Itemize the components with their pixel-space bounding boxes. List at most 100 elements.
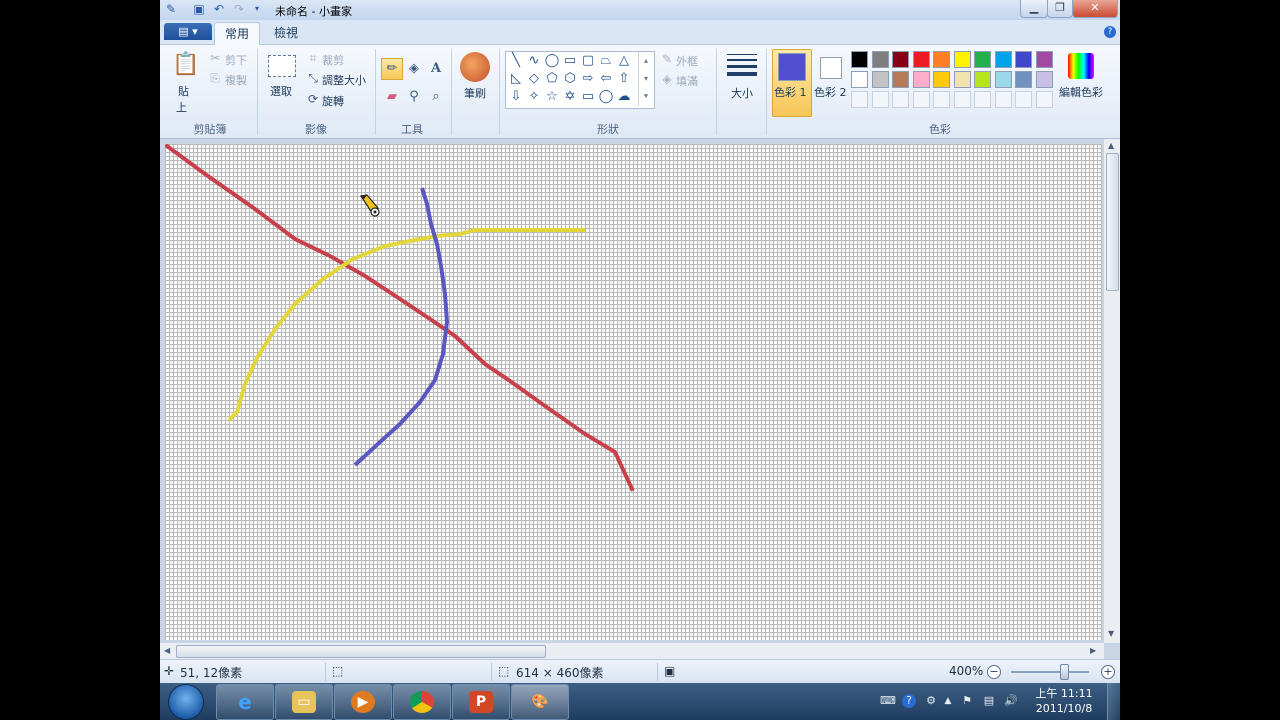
maximize-button[interactable]: ❐ xyxy=(1047,0,1073,18)
action-center-icon[interactable]: ⚑ xyxy=(960,694,974,708)
palette-swatch[interactable] xyxy=(871,71,889,88)
copy-icon[interactable]: ⎘ xyxy=(208,71,222,85)
pentagon-shape-icon[interactable]: ⬠ xyxy=(544,71,560,87)
palette-swatch[interactable] xyxy=(974,51,991,68)
palette-swatch[interactable] xyxy=(892,91,909,108)
fill-icon[interactable]: ◈ xyxy=(660,72,674,86)
palette-swatch[interactable] xyxy=(1015,91,1032,108)
palette-swatch[interactable] xyxy=(912,91,930,108)
palette-swatch[interactable] xyxy=(953,91,971,108)
palette-swatch[interactable] xyxy=(994,91,1012,108)
tab-view[interactable]: 檢視 xyxy=(266,22,306,44)
horizontal-scroll-thumb[interactable] xyxy=(176,645,546,658)
six-point-star-shape-icon[interactable]: ✡ xyxy=(562,89,578,105)
taskbar-explorer-button[interactable]: ▭ xyxy=(275,684,333,720)
four-point-star-shape-icon[interactable]: ✧ xyxy=(526,89,542,105)
color2-label[interactable]: 色彩 2 xyxy=(814,84,847,100)
paste-label-2[interactable]: 上 xyxy=(176,99,187,115)
zoom-out-button[interactable]: − xyxy=(987,665,1001,679)
close-button[interactable]: ✕ xyxy=(1072,0,1118,18)
start-button[interactable] xyxy=(168,684,204,720)
cut-button[interactable]: 剪下 xyxy=(225,52,247,68)
five-point-star-shape-icon[interactable]: ☆ xyxy=(544,89,560,105)
select-button[interactable]: 選取 xyxy=(270,83,292,99)
customize-icon[interactable]: ▾ xyxy=(250,2,264,16)
color2-swatch[interactable] xyxy=(820,57,842,79)
up-arrow-shape-icon[interactable]: ⇧ xyxy=(616,71,632,87)
palette-swatch[interactable] xyxy=(912,71,930,88)
copy-button[interactable]: 複製 xyxy=(225,72,247,88)
palette-swatch[interactable] xyxy=(1035,71,1053,88)
palette-swatch[interactable] xyxy=(851,51,868,68)
paste-label[interactable]: 貼 xyxy=(178,83,189,99)
palette-swatch[interactable] xyxy=(912,51,930,68)
undo-icon[interactable]: ↶ xyxy=(212,2,226,16)
show-desktop-button[interactable] xyxy=(1107,683,1121,720)
shapes-scroll-icon[interactable]: ▴ ▾ ⯆ xyxy=(638,52,653,106)
edit-colors-button[interactable]: 編輯色彩 xyxy=(1059,84,1103,100)
palette-swatch[interactable] xyxy=(933,91,950,108)
palette-swatch[interactable] xyxy=(871,51,889,68)
palette-swatch[interactable] xyxy=(851,71,868,88)
down-arrow-shape-icon[interactable]: ⇩ xyxy=(508,89,524,105)
crop-button[interactable]: 裁剪 xyxy=(322,52,344,68)
callout-rect-shape-icon[interactable]: ▭ xyxy=(580,89,596,105)
help-icon[interactable]: ? xyxy=(1104,26,1116,38)
paint-app-icon[interactable]: ✎ xyxy=(164,2,178,16)
scroll-down-icon[interactable]: ▼ xyxy=(1108,629,1114,638)
palette-swatch[interactable] xyxy=(892,71,909,88)
help-tray-icon[interactable]: ? xyxy=(902,694,916,708)
size-icon[interactable] xyxy=(727,54,757,80)
network-icon[interactable]: ▤ xyxy=(982,694,996,708)
polygon-shape-icon[interactable]: ⏢ xyxy=(598,53,614,69)
callout-oval-shape-icon[interactable]: ◯ xyxy=(598,89,614,105)
keyboard-icon[interactable]: ⌨ xyxy=(880,694,896,708)
taskbar-paint-button[interactable]: 🎨 xyxy=(511,684,569,720)
palette-swatch[interactable] xyxy=(994,51,1012,68)
palette-swatch[interactable] xyxy=(933,71,950,88)
outline-button[interactable]: 外框 xyxy=(676,53,698,69)
hexagon-shape-icon[interactable]: ⬡ xyxy=(562,71,578,87)
palette-swatch[interactable] xyxy=(871,91,889,108)
palette-swatch[interactable] xyxy=(1035,91,1053,108)
taskbar-chrome-button[interactable] xyxy=(393,684,451,720)
left-arrow-shape-icon[interactable]: ⇦ xyxy=(598,71,614,87)
pencil-tool-icon[interactable]: ✏ xyxy=(381,58,403,80)
palette-swatch[interactable] xyxy=(1015,51,1032,68)
right-triangle-shape-icon[interactable]: ◺ xyxy=(508,71,524,87)
redo-icon[interactable]: ↷ xyxy=(232,2,246,16)
scroll-left-icon[interactable]: ◀ xyxy=(164,646,170,655)
minimize-button[interactable]: ▁ xyxy=(1020,0,1048,18)
vertical-scrollbar[interactable]: ▲ ▼ xyxy=(1104,139,1120,643)
diamond-shape-icon[interactable]: ◇ xyxy=(526,71,542,87)
palette-swatch[interactable] xyxy=(851,91,868,108)
save-icon[interactable]: ▣ xyxy=(192,2,206,16)
brushes-button[interactable]: 筆刷 xyxy=(464,85,486,101)
text-tool-icon[interactable]: A xyxy=(425,58,447,80)
outline-icon[interactable]: ✎ xyxy=(660,52,674,66)
brush-icon[interactable] xyxy=(460,52,490,82)
cut-icon[interactable]: ✂ xyxy=(208,51,222,65)
paste-icon[interactable]: 📋 xyxy=(172,51,200,79)
zoom-slider[interactable] xyxy=(1011,671,1089,673)
show-hidden-icons[interactable]: ▲ xyxy=(941,694,955,708)
drawing-canvas[interactable] xyxy=(165,144,1102,640)
tab-home[interactable]: 常用 xyxy=(214,22,260,45)
fill-tool-icon[interactable]: ◈ xyxy=(403,58,425,80)
vertical-scroll-thumb[interactable] xyxy=(1106,153,1119,291)
magnifier-icon[interactable]: ⌕ xyxy=(425,86,447,108)
line-shape-icon[interactable]: ╲ xyxy=(508,53,524,69)
palette-swatch[interactable] xyxy=(953,71,971,88)
color-picker-icon[interactable]: ⚲ xyxy=(403,86,425,108)
clock[interactable]: 上午 11:11 2011/10/8 xyxy=(1033,686,1095,716)
palette-swatch[interactable] xyxy=(953,51,971,68)
scroll-right-icon[interactable]: ▶ xyxy=(1090,646,1096,655)
rounded-rectangle-shape-icon[interactable]: ▢ xyxy=(580,53,596,69)
palette-swatch[interactable] xyxy=(892,51,909,68)
palette-swatch[interactable] xyxy=(994,71,1012,88)
rectangle-shape-icon[interactable]: ▭ xyxy=(562,53,578,69)
select-icon[interactable] xyxy=(268,55,296,77)
palette-swatch[interactable] xyxy=(1035,51,1053,68)
volume-icon[interactable]: 🔊 xyxy=(1004,694,1018,708)
palette-swatch[interactable] xyxy=(933,51,950,68)
